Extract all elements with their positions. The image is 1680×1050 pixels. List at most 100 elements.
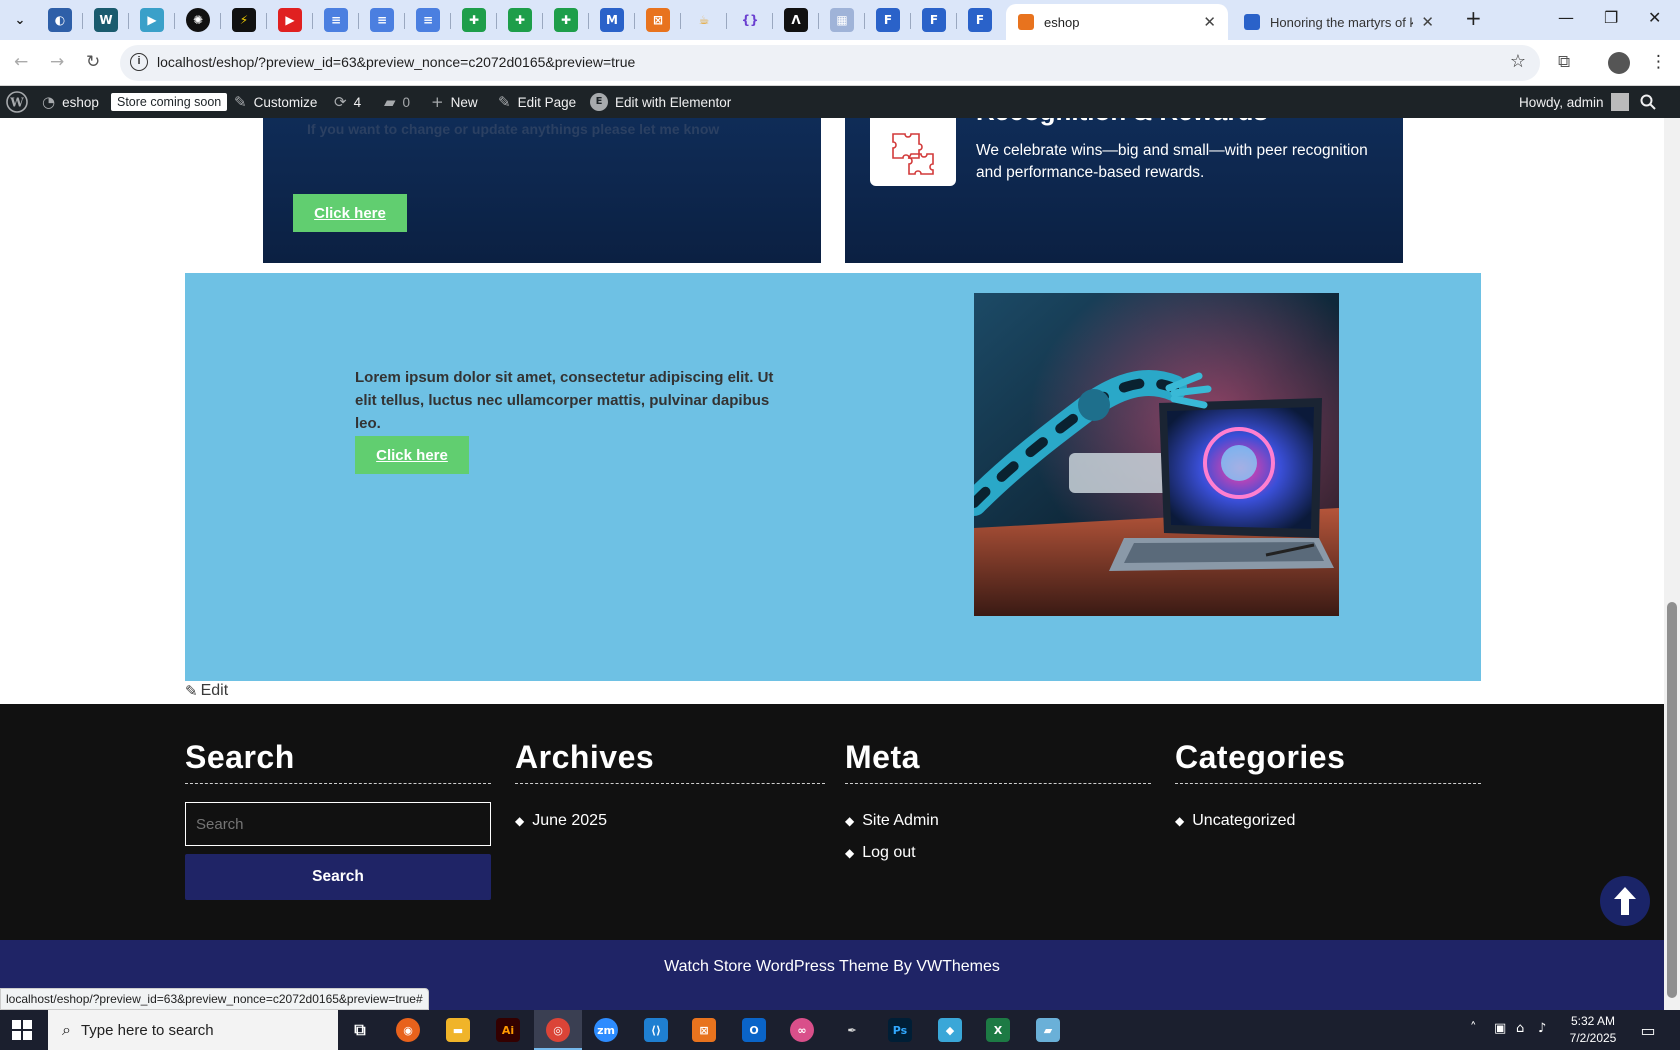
elementor-link[interactable]: E Edit with Elementor [590,86,731,118]
tab-title: eshop [1044,14,1080,30]
store-status-badge[interactable]: Store coming soon [111,86,228,118]
clock-date: 7/2/2025 [1569,1031,1617,1045]
panel-note: If you want to change or update anything… [307,121,720,137]
pinned-tab-icon[interactable]: ⚡ [232,8,256,32]
pen-tool-icon[interactable]: ✒ [840,1018,864,1042]
network-icon[interactable]: ⌂ [1516,1021,1524,1036]
new-tab-button[interactable]: + [1465,6,1482,30]
pinned-tab-icon[interactable]: ☕ [692,8,716,32]
notifications-icon[interactable]: ▭ [1636,1018,1660,1042]
comments-link[interactable]: ▰ 0 [384,86,410,118]
customize-link[interactable]: ✎ Customize [234,86,317,118]
docs-tab-icon[interactable]: ≡ [324,8,348,32]
restore-icon[interactable]: ❐ [1604,8,1618,27]
sheets-tab-icon[interactable]: ✚ [462,8,486,32]
category-item[interactable]: ◆ Uncategorized [1175,812,1295,830]
taskbar-search-box[interactable]: ⌕ Type here to search [48,1010,338,1050]
scroll-to-top-button[interactable] [1600,876,1650,926]
robot-laptop-image [974,293,1339,616]
back-arrow-icon[interactable]: ← [14,52,28,72]
illustrator-icon[interactable]: Ai [496,1018,520,1042]
taskbar-clock[interactable]: 5:32 AM 7/2/2025 [1558,1013,1628,1047]
tray-chevron-icon[interactable]: ˄ [1470,1021,1477,1036]
footer-search-button[interactable]: Search [185,854,491,900]
close-window-icon[interactable]: ✕ [1648,8,1661,27]
menu-kebab-icon[interactable]: ⋮ [1650,52,1667,72]
sheets-tab-icon[interactable]: ✚ [554,8,578,32]
tab-eshop[interactable]: eshop ✕ [1006,4,1228,40]
app-icon[interactable]: ◆ [938,1018,962,1042]
panel-heading: Recognition & Rewards [976,118,1268,127]
tab-search-chevron-icon[interactable]: ⌄ [8,8,32,32]
app-icon[interactable]: ▰ [1036,1018,1060,1042]
close-tab-icon[interactable]: ✕ [1421,13,1434,31]
creative-cloud-icon[interactable]: ∞ [790,1018,814,1042]
bookmark-star-icon[interactable]: ☆ [1510,51,1526,72]
pinned-tab-icon[interactable]: Λ [784,8,808,32]
elementor-icon: E [590,93,608,111]
meta-label: Site Admin [862,812,939,829]
meta-item-log-out[interactable]: ◆ Log out [845,844,916,862]
chrome-icon[interactable]: ◎ [546,1018,570,1042]
pinned-tab-icon[interactable]: W [94,8,118,32]
edit-page-label: Edit Page [517,94,577,110]
account-menu[interactable]: Howdy, admin [1519,86,1629,118]
display-icon[interactable]: ▣ [1494,1021,1506,1036]
pinned-tab-icon[interactable]: {} [738,8,762,32]
zoom-icon[interactable]: zm [594,1018,618,1042]
meta-label: Log out [862,844,916,861]
cta-click-here-button[interactable]: Click here [355,436,469,474]
forward-arrow-icon[interactable]: → [50,52,64,72]
photoshop-icon[interactable]: Ps [888,1018,912,1042]
close-tab-icon[interactable]: ✕ [1203,13,1216,31]
edit-page-link[interactable]: ✎ Edit Page [498,86,576,118]
profile-avatar-icon[interactable] [1608,52,1630,74]
forms-tab-icon[interactable]: F [968,8,992,32]
admin-search-icon[interactable] [1640,86,1656,118]
footer-search-input[interactable] [185,802,491,846]
pinned-tab-icon[interactable]: ▦ [830,8,854,32]
excel-icon[interactable]: X [986,1018,1010,1042]
updates-link[interactable]: ⟳ 4 [334,86,361,118]
forms-tab-icon[interactable]: F [922,8,946,32]
sheets-tab-icon[interactable]: ✚ [508,8,532,32]
firefox-icon[interactable]: ◉ [396,1018,420,1042]
reload-icon[interactable]: ↻ [86,52,100,72]
pinned-tab-icon[interactable]: ◐ [48,8,72,32]
windows-start-icon[interactable] [12,1020,32,1040]
forms-tab-icon[interactable]: F [876,8,900,32]
site-name-link[interactable]: ◔ eshop [42,86,99,118]
youtube-tab-icon[interactable]: ▶ [278,8,302,32]
dashboard-gauge-icon: ◔ [42,93,56,111]
comment-bubble-icon: ▰ [384,93,396,111]
minimize-icon[interactable]: — [1558,8,1574,27]
volume-icon[interactable]: ♪ [1538,1021,1546,1036]
site-info-icon[interactable]: i [130,53,148,71]
chatgpt-tab-icon[interactable]: ✺ [186,8,210,32]
address-bar[interactable]: i localhost/eshop/?preview_id=63&preview… [120,45,1540,81]
pinned-tab-icon[interactable]: ▶ [140,8,164,32]
file-explorer-icon[interactable]: ▬ [446,1018,470,1042]
new-content-link[interactable]: + New [431,86,478,118]
outlook-icon[interactable]: O [742,1018,766,1042]
extensions-icon[interactable]: ⧉ [1558,52,1570,72]
page-scrollbar[interactable] [1664,118,1680,1010]
page-viewport: If you want to change or update anything… [0,118,1664,1010]
vscode-icon[interactable]: ⟨⟩ [644,1018,668,1042]
copyright-text: Watch Store WordPress Theme By VWThemes [664,958,1000,975]
tab-honoring[interactable]: Honoring the martyrs of karbala ✕ [1232,4,1446,40]
archive-item[interactable]: ◆ June 2025 [515,812,607,830]
meta-item-site-admin[interactable]: ◆ Site Admin [845,812,939,830]
xampp-icon[interactable]: ⊠ [692,1018,716,1042]
puzzle-icon [870,118,956,186]
docs-tab-icon[interactable]: ≡ [370,8,394,32]
scrollbar-thumb[interactable] [1667,602,1677,998]
task-view-icon[interactable]: ⧉ [348,1018,372,1042]
panel-click-here-button[interactable]: Click here [293,194,407,232]
pinned-tab-icon[interactable]: M [600,8,624,32]
wordpress-logo-icon[interactable]: W [6,86,28,118]
edit-post-link[interactable]: ✎ Edit [185,682,228,700]
xampp-tab-icon[interactable]: ⊠ [646,8,670,32]
url-text[interactable]: localhost/eshop/?preview_id=63&preview_n… [157,54,635,70]
docs-tab-icon[interactable]: ≡ [416,8,440,32]
